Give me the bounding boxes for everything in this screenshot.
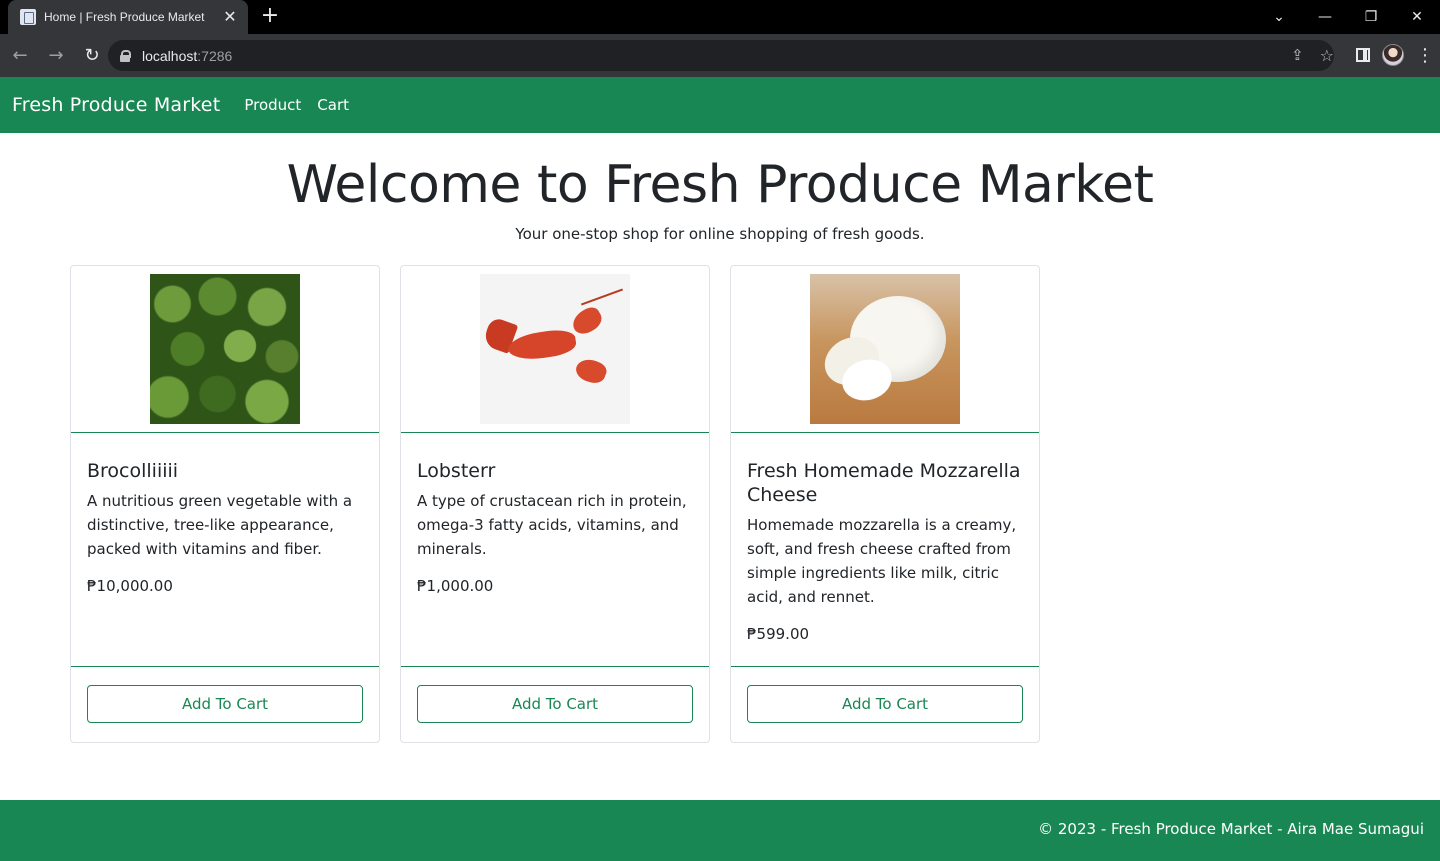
tab-title: Home | Fresh Produce Market: [44, 10, 205, 24]
card-footer: Add To Cart: [401, 666, 709, 742]
site-footer: © 2023 - Fresh Produce Market - Aira Mae…: [0, 800, 1440, 861]
browser-tab-strip: Home | Fresh Produce Market ✕ + ⌄ — ❐ ✕: [0, 0, 1440, 34]
product-card: Fresh Homemade Mozzarella Cheese Homemad…: [730, 265, 1040, 743]
toolbar-right-actions: ⇪ ☆ ⋮: [1291, 39, 1434, 71]
window-controls: ⌄ — ❐ ✕: [1256, 0, 1440, 34]
bookmark-star-icon[interactable]: ☆: [1320, 46, 1334, 65]
mozzarella-image: [810, 274, 960, 424]
navbar-brand[interactable]: Fresh Produce Market: [12, 94, 220, 116]
url-port: :7286: [197, 47, 233, 64]
product-price: ₱599.00: [747, 625, 810, 643]
lobster-image: [480, 274, 630, 424]
card-image-area: [71, 266, 379, 433]
product-price: ₱10,000.00: [87, 577, 173, 595]
close-window-icon[interactable]: ✕: [1394, 0, 1440, 34]
nav-link-product[interactable]: Product: [244, 96, 301, 114]
profile-avatar[interactable]: [1382, 44, 1404, 66]
page-favicon-icon: [20, 9, 36, 25]
address-bar[interactable]: localhost:7286: [108, 40, 1334, 71]
site-navbar: Fresh Produce Market Product Cart: [0, 77, 1440, 133]
product-description: A nutritious green vegetable with a dist…: [87, 492, 353, 558]
card-footer: Add To Cart: [731, 666, 1039, 742]
page-tagline: Your one-stop shop for online shopping o…: [515, 225, 925, 243]
tab-search-chevron-icon[interactable]: ⌄: [1256, 0, 1302, 34]
back-arrow-icon[interactable]: ←: [4, 40, 36, 72]
main-content: Welcome to Fresh Produce Market Your one…: [0, 133, 1440, 743]
url-host: localhost: [142, 47, 198, 64]
card-body: Lobsterr A type of crustacean rich in pr…: [401, 433, 709, 595]
close-tab-icon[interactable]: ✕: [222, 9, 238, 25]
footer-copyright: © 2023 - Fresh Produce Market - Aira Mae…: [1038, 820, 1424, 838]
product-card-list: Brocolliiiii A nutritious green vegetabl…: [70, 265, 1040, 743]
browser-toolbar: ← → ↻ localhost:7286 ⇪ ☆ ⋮: [0, 34, 1440, 77]
broccoli-image: [150, 274, 300, 424]
add-to-cart-button[interactable]: Add To Cart: [747, 685, 1023, 723]
share-icon[interactable]: ⇪: [1291, 46, 1304, 64]
card-image-area: [401, 266, 709, 433]
forward-arrow-icon[interactable]: →: [40, 40, 72, 72]
product-card: Brocolliiiii A nutritious green vegetabl…: [70, 265, 380, 743]
restore-icon[interactable]: ❐: [1348, 0, 1394, 34]
product-description: Homemade mozzarella is a creamy, soft, a…: [747, 516, 1017, 606]
lock-icon[interactable]: [120, 49, 131, 62]
product-price: ₱1,000.00: [417, 577, 494, 595]
card-image-area: [731, 266, 1039, 433]
card-body: Brocolliiiii A nutritious green vegetabl…: [71, 433, 379, 595]
reload-icon[interactable]: ↻: [76, 40, 108, 72]
new-tab-icon[interactable]: +: [258, 5, 282, 29]
product-card: Lobsterr A type of crustacean rich in pr…: [400, 265, 710, 743]
page-title: Welcome to Fresh Produce Market: [286, 155, 1154, 215]
product-name: Fresh Homemade Mozzarella Cheese: [747, 460, 1021, 506]
kebab-menu-icon[interactable]: ⋮: [1416, 45, 1434, 66]
product-name: Lobsterr: [417, 460, 496, 482]
add-to-cart-button[interactable]: Add To Cart: [87, 685, 363, 723]
product-description: A type of crustacean rich in protein, om…: [417, 492, 687, 558]
add-to-cart-button[interactable]: Add To Cart: [417, 685, 693, 723]
card-footer: Add To Cart: [71, 666, 379, 742]
minimize-icon[interactable]: —: [1302, 0, 1348, 34]
side-panel-icon[interactable]: [1356, 48, 1370, 62]
product-name: Brocolliiiii: [87, 460, 179, 482]
browser-tab[interactable]: Home | Fresh Produce Market ✕: [8, 0, 248, 34]
card-body: Fresh Homemade Mozzarella Cheese Homemad…: [731, 433, 1039, 643]
nav-link-cart[interactable]: Cart: [317, 96, 349, 114]
